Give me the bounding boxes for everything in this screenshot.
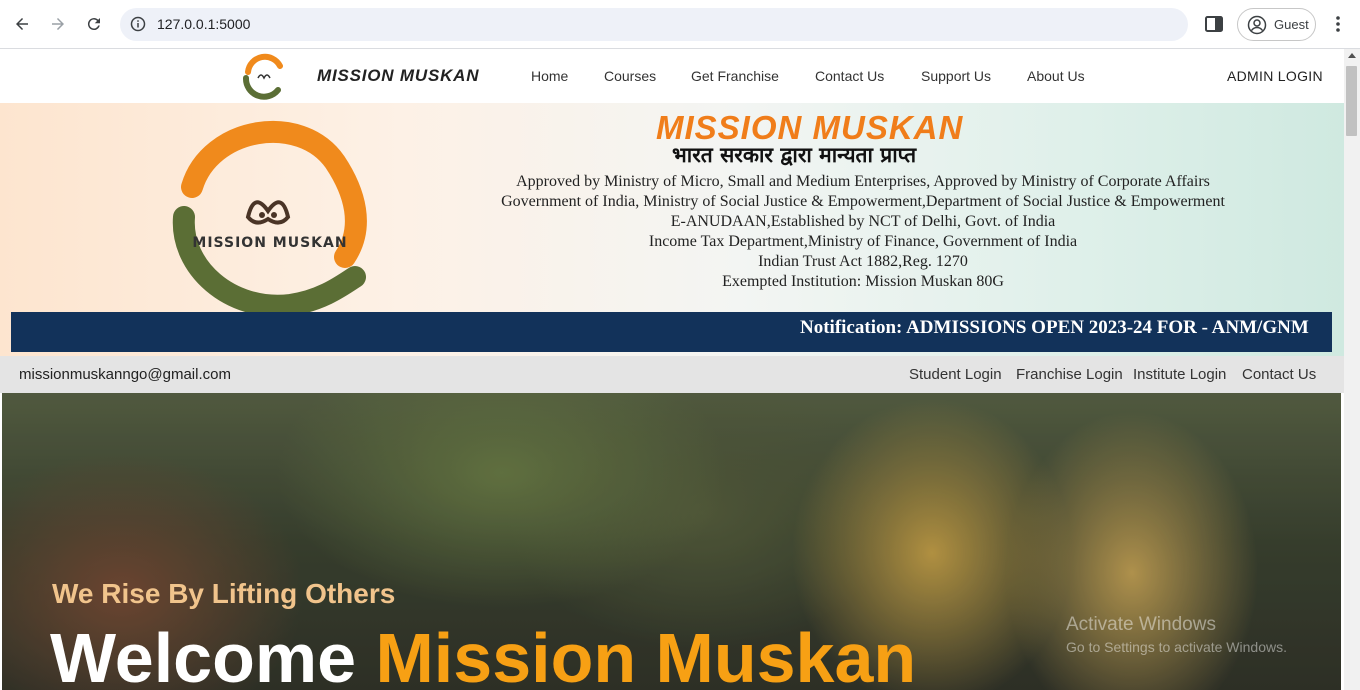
hero-brand-name: Mission Muskan <box>375 619 917 690</box>
banner-hindi-subtitle: भारत सरकार द्वारा मान्यता प्राप्त <box>672 143 917 167</box>
browser-toolbar: 127.0.0.1:5000 Guest <box>0 0 1360 49</box>
approval-line: Government of India, Ministry of Social … <box>501 193 1225 210</box>
nav-get-franchise[interactable]: Get Franchise <box>691 68 779 84</box>
nav-courses[interactable]: Courses <box>604 68 656 84</box>
scroll-thumb[interactable] <box>1346 66 1357 136</box>
back-icon[interactable] <box>10 12 34 36</box>
scroll-up-icon[interactable] <box>1348 53 1356 58</box>
profile-icon <box>1247 15 1267 34</box>
forward-icon[interactable] <box>46 12 70 36</box>
windows-watermark-subtitle: Go to Settings to activate Windows. <box>1066 639 1287 655</box>
reload-icon[interactable] <box>82 12 106 36</box>
nav-support-us[interactable]: Support Us <box>921 68 991 84</box>
hero-tagline: We Rise By Lifting Others <box>52 578 396 609</box>
admin-login-link[interactable]: ADMIN LOGIN <box>1227 68 1323 84</box>
info-strip: missionmuskanngo@gmail.com Student Login… <box>0 356 1344 393</box>
notification-marquee[interactable]: Notification: ADMISSIONS OPEN 2023-24 FO… <box>11 312 1332 352</box>
approval-line: Approved by Ministry of Micro, Small and… <box>516 173 1210 190</box>
hero-banner: MISSION MUSKAN MISSION MUSKAN भारत सरकार… <box>0 103 1344 356</box>
site-info-icon[interactable] <box>130 16 146 32</box>
menu-kebab-icon[interactable] <box>1330 14 1346 34</box>
side-panel-icon[interactable] <box>1204 14 1224 34</box>
franchise-login-link[interactable]: Franchise Login <box>1016 366 1123 383</box>
approval-line: E-ANUDAAN,Established by NCT of Delhi, G… <box>670 213 1056 230</box>
mission-muskan-logo: MISSION MUSKAN <box>172 120 367 313</box>
nav-about-us[interactable]: About Us <box>1027 68 1085 84</box>
windows-watermark-title: Activate Windows <box>1066 614 1216 635</box>
hero-welcome-word: Welcome <box>50 619 357 690</box>
contact-us-link[interactable]: Contact Us <box>1242 366 1316 383</box>
institute-login-link[interactable]: Institute Login <box>1133 366 1226 383</box>
notification-text[interactable]: Notification: ADMISSIONS OPEN 2023-24 FO… <box>800 317 1309 339</box>
page-scrollbar[interactable] <box>1344 49 1360 690</box>
approval-line: Income Tax Department,Ministry of Financ… <box>648 233 1078 250</box>
approval-line: Exempted Institution: Mission Muskan 80G <box>722 273 1004 290</box>
nav-contact-us[interactable]: Contact Us <box>815 68 884 84</box>
student-login-link[interactable]: Student Login <box>909 366 1002 383</box>
hero-heading: Welcome Mission Muskan <box>50 618 916 690</box>
site-header: MISSION MUSKAN Home Courses Get Franchis… <box>0 49 1344 103</box>
url-text[interactable]: 127.0.0.1:5000 <box>157 16 250 32</box>
logo-text: MISSION MUSKAN <box>192 235 347 251</box>
profile-button[interactable]: Guest <box>1237 8 1316 41</box>
profile-label: Guest <box>1274 17 1309 32</box>
contact-email[interactable]: missionmuskanngo@gmail.com <box>19 366 231 383</box>
address-bar[interactable]: 127.0.0.1:5000 <box>120 8 1188 41</box>
brand-name[interactable]: MISSION MUSKAN <box>317 66 479 86</box>
nav-home[interactable]: Home <box>531 68 568 84</box>
approval-line: Indian Trust Act 1882,Reg. 1270 <box>758 253 968 270</box>
site-logo[interactable] <box>240 52 288 100</box>
